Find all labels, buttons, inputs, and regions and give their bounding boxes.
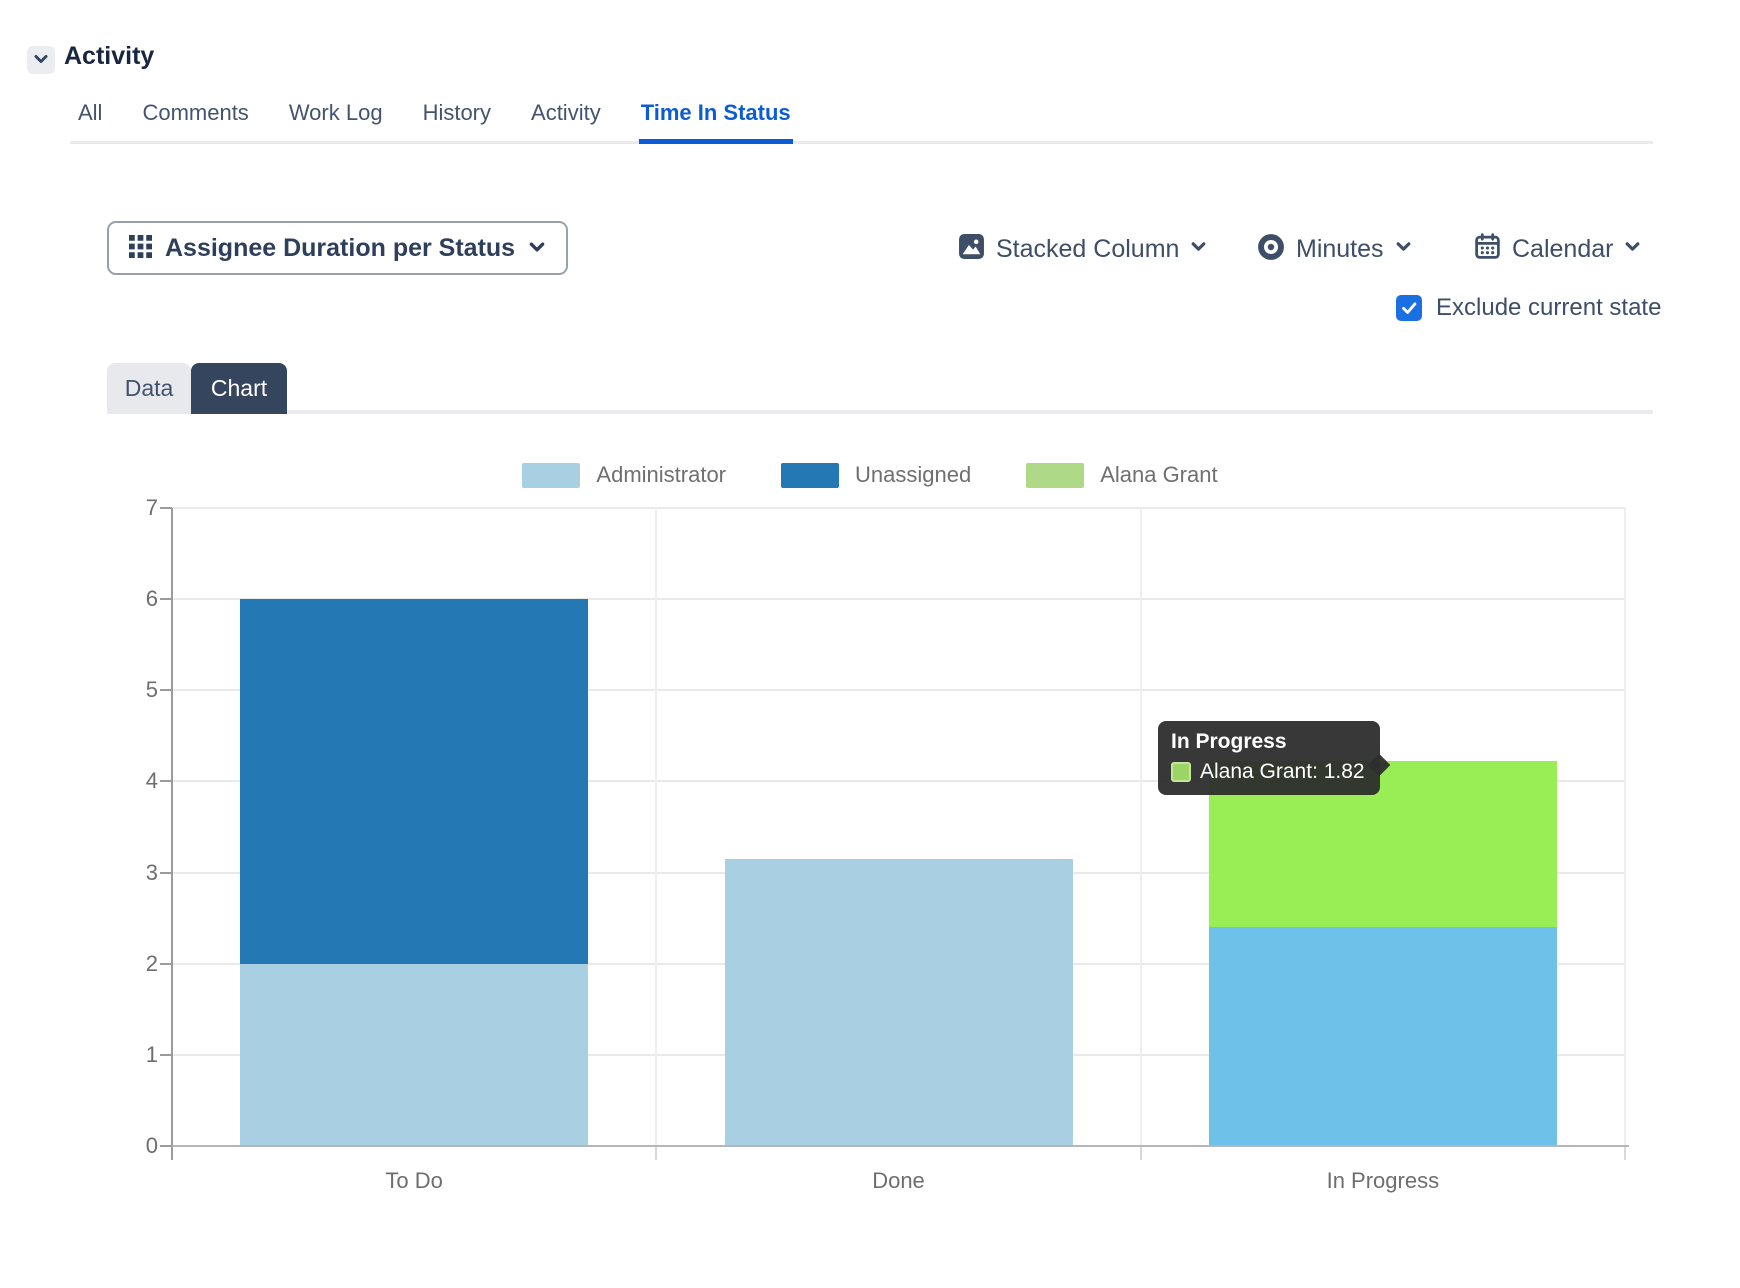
y-axis-label: 2 bbox=[110, 951, 158, 977]
y-axis-label: 0 bbox=[110, 1133, 158, 1159]
x-axis-line bbox=[172, 1145, 1629, 1147]
bar-segment-administrator[interactable] bbox=[725, 859, 1073, 1146]
bar-segment-administrator[interactable] bbox=[1209, 927, 1557, 1146]
bar-segment-administrator[interactable] bbox=[240, 964, 588, 1146]
y-axis-label: 5 bbox=[110, 677, 158, 703]
stacked-column-chart: 0 1 2 3 4 5 6 7 To Do Done In Progress bbox=[0, 0, 1740, 1288]
time-in-status-panel: Activity All Comments Work Log History A… bbox=[0, 0, 1740, 1288]
tooltip-title: In Progress bbox=[1171, 730, 1365, 754]
gridline bbox=[1140, 508, 1142, 1146]
x-axis-label: In Progress bbox=[1233, 1168, 1533, 1194]
bar-segment-unassigned[interactable] bbox=[240, 599, 588, 964]
y-axis-label: 1 bbox=[110, 1042, 158, 1068]
y-axis-label: 4 bbox=[110, 768, 158, 794]
tooltip-series-value: Alana Grant: 1.82 bbox=[1200, 760, 1365, 784]
x-axis-tick bbox=[655, 1146, 657, 1160]
y-axis-label: 3 bbox=[110, 860, 158, 886]
gridline bbox=[1624, 508, 1626, 1146]
chart-tooltip: In Progress Alana Grant: 1.82 bbox=[1158, 721, 1380, 795]
x-axis-tick bbox=[1624, 1146, 1626, 1160]
y-axis-label: 6 bbox=[110, 586, 158, 612]
y-axis-line bbox=[171, 508, 173, 1160]
gridline bbox=[172, 507, 1625, 509]
x-axis-label: Done bbox=[749, 1168, 1049, 1194]
x-axis-label: To Do bbox=[264, 1168, 564, 1194]
y-axis-label: 7 bbox=[110, 495, 158, 521]
gridline bbox=[655, 508, 657, 1146]
x-axis-tick bbox=[1140, 1146, 1142, 1160]
tooltip-series-swatch bbox=[1171, 762, 1191, 782]
